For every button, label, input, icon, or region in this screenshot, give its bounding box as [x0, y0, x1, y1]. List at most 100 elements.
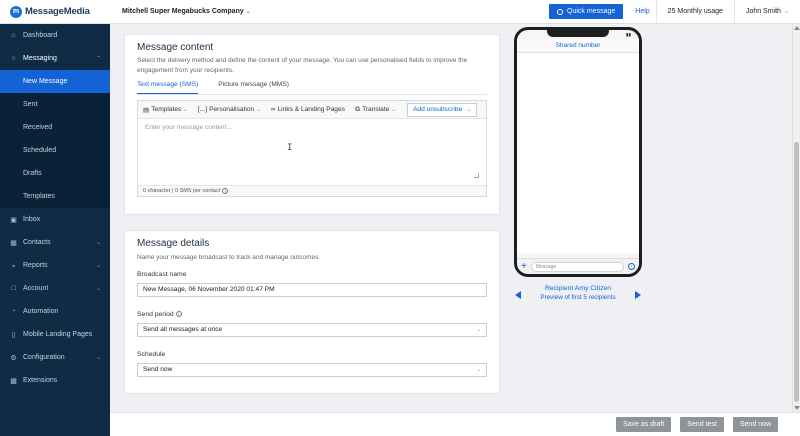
automation-icon: ◔ [11, 308, 16, 315]
schedule-select[interactable]: Send now ⌄ [137, 362, 487, 377]
sidebar-item-label: Automation [23, 308, 59, 315]
sidebar-item-label: Extensions [23, 377, 58, 384]
tab-mms[interactable]: Picture message (MMS) [218, 81, 289, 94]
message-content-card: Message content Select the delivery meth… [124, 34, 500, 215]
phone-preview: TEL ▮▮ Shared number + Message ↑ [514, 27, 642, 277]
scroll-up-icon[interactable] [794, 26, 800, 30]
sidebar-item-new-message[interactable]: New Message [0, 70, 110, 93]
sidebar-item-configuration[interactable]: ⚙ Configuration ⌄ [0, 346, 110, 369]
send-now-button[interactable]: Send now [732, 417, 778, 432]
phone-message-input: Message [530, 261, 624, 272]
sidebar-item-automation[interactable]: ◔ Automation [0, 300, 110, 323]
sidebar-item-reports[interactable]: ⌁ Reports ⌄ [0, 254, 110, 277]
chevron-down-icon: ⌄ [95, 240, 101, 246]
templates-label: Templates [151, 106, 182, 113]
sidebar-item-account[interactable]: □ Account ⌄ [0, 277, 110, 300]
unsubscribe-label: Add unsubscribe [413, 106, 463, 113]
help-link[interactable]: Help [629, 0, 655, 24]
quick-message-label: Quick message [567, 8, 616, 15]
monthly-usage[interactable]: 25 Monthly usage [655, 0, 734, 24]
links-label: Links & Landing Pages [277, 106, 345, 113]
character-counter: 0 character | 0 SMS per contact i [138, 185, 486, 196]
add-unsubscribe-dropdown[interactable]: Add unsubscribe ⌄ [407, 102, 477, 117]
sidebar-item-label: Mobile Landing Pages [23, 331, 93, 338]
brand-logo[interactable]: m MessageMedia [0, 5, 110, 18]
company-selector[interactable]: Mitchell Super Megabucks Company ⌄ [110, 8, 251, 15]
templates-dropdown[interactable]: ▤ Templates ⌄ [143, 106, 188, 114]
sidebar-item-label: Dashboard [23, 32, 58, 39]
translate-dropdown[interactable]: G Translate ⌄ [355, 106, 396, 113]
chat-icon: ○ [11, 55, 16, 62]
phone-compose-bar: + Message ↑ [517, 258, 639, 274]
resize-handle-icon[interactable] [474, 173, 479, 178]
previous-recipient-icon[interactable] [515, 291, 521, 299]
phone-message-area [517, 53, 639, 253]
template-icon: ▤ [143, 106, 150, 114]
main-content: Message content Select the delivery meth… [110, 24, 800, 436]
sidebar-item-received[interactable]: Received [0, 116, 110, 139]
sidebar-item-drafts[interactable]: Drafts [0, 162, 110, 185]
reports-icon: ⌁ [11, 262, 16, 270]
sidebar-item-contacts[interactable]: ▦ Contacts ⌄ [0, 231, 110, 254]
chevron-down-icon: ⌄ [466, 106, 471, 113]
tab-sms[interactable]: Text message (SMS) [137, 81, 199, 94]
chevron-up-icon: ⌃ [95, 56, 101, 62]
scroll-thumb[interactable] [794, 142, 799, 402]
phone-header: Shared number [517, 39, 639, 53]
signal-battery-icon: ▮▮ [626, 32, 631, 37]
send-period-select[interactable]: Send all messages at once ⌄ [137, 322, 487, 337]
preview-caption: Preview of first 5 recipients [540, 294, 616, 301]
logo-mark-icon: m [10, 5, 22, 18]
sidebar-item-inbox[interactable]: ▣ Inbox [0, 208, 110, 231]
user-menu[interactable]: John Smith ⌄ [733, 0, 800, 24]
scroll-down-icon[interactable] [794, 406, 800, 410]
chevron-down-icon: ⌄ [95, 263, 101, 269]
gear-icon: ⚙ [10, 354, 17, 362]
user-name: John Smith [745, 8, 781, 15]
link-icon: ∞ [270, 106, 276, 113]
send-period-label: Send period [137, 310, 174, 318]
message-textarea[interactable]: Enter your message content... I [138, 119, 486, 185]
broadcast-name-value: New Message, 06 November 2020 01:47 PM [143, 286, 275, 293]
section-description: Name your message broadcast to track and… [137, 254, 321, 261]
page-scrollbar[interactable] [792, 24, 800, 412]
sidebar-item-mobile-landing-pages[interactable]: ▯ Mobile Landing Pages [0, 323, 110, 346]
section-title: Message content [137, 42, 214, 53]
action-footer: Save as draft Send test Send now [110, 412, 800, 436]
message-type-tabs: Text message (SMS) Picture message (MMS) [137, 81, 487, 95]
send-test-button[interactable]: Send test [680, 417, 724, 432]
quick-message-button[interactable]: Quick message [549, 4, 624, 19]
translate-label: Translate [362, 106, 390, 113]
links-button[interactable]: ∞ Links & Landing Pages [271, 106, 345, 113]
counter-text: 0 character | 0 SMS per contact [143, 188, 221, 194]
save-as-draft-button[interactable]: Save as draft [616, 417, 672, 432]
extensions-icon: ▩ [10, 377, 17, 385]
chevron-down-icon: ⌄ [476, 326, 481, 333]
chevron-down-icon: ⌄ [245, 9, 251, 15]
sidebar-item-extensions[interactable]: ▩ Extensions [0, 369, 110, 392]
messaging-submenu: New Message Sent Received Scheduled Draf… [0, 70, 110, 208]
mobile-icon: ▯ [11, 331, 16, 339]
broadcast-name-input[interactable]: New Message, 06 November 2020 01:47 PM [137, 282, 487, 297]
section-description: Select the delivery method and define th… [137, 57, 468, 74]
sidebar-item-messaging[interactable]: ○ Messaging ⌃ [0, 47, 110, 70]
sidebar-item-dashboard[interactable]: ⌂ Dashboard [0, 24, 110, 47]
info-icon[interactable]: i [222, 188, 229, 194]
sidebar-item-templates[interactable]: Templates [0, 185, 110, 208]
inbox-icon: ▣ [10, 216, 17, 224]
broadcast-name-label: Broadcast name [137, 270, 187, 278]
sidebar-item-scheduled[interactable]: Scheduled [0, 139, 110, 162]
sidebar-item-sent[interactable]: Sent [0, 93, 110, 116]
sidebar: ⌂ Dashboard ○ Messaging ⌃ New Message Se… [0, 24, 110, 436]
plus-icon: + [521, 260, 527, 272]
chevron-down-icon: ⌄ [95, 286, 101, 292]
send-period-value: Send all messages at once [143, 326, 223, 333]
info-icon[interactable]: i [175, 311, 182, 317]
next-recipient-icon[interactable] [635, 291, 641, 299]
text-cursor-icon: I [287, 143, 293, 153]
personalisation-dropdown[interactable]: [...] Personalisation ⌄ [198, 106, 261, 113]
google-translate-icon: G [354, 106, 361, 113]
sidebar-item-label: Inbox [23, 216, 41, 223]
sidebar-item-label: Account [23, 285, 49, 292]
chevron-down-icon: ⌄ [391, 106, 396, 113]
